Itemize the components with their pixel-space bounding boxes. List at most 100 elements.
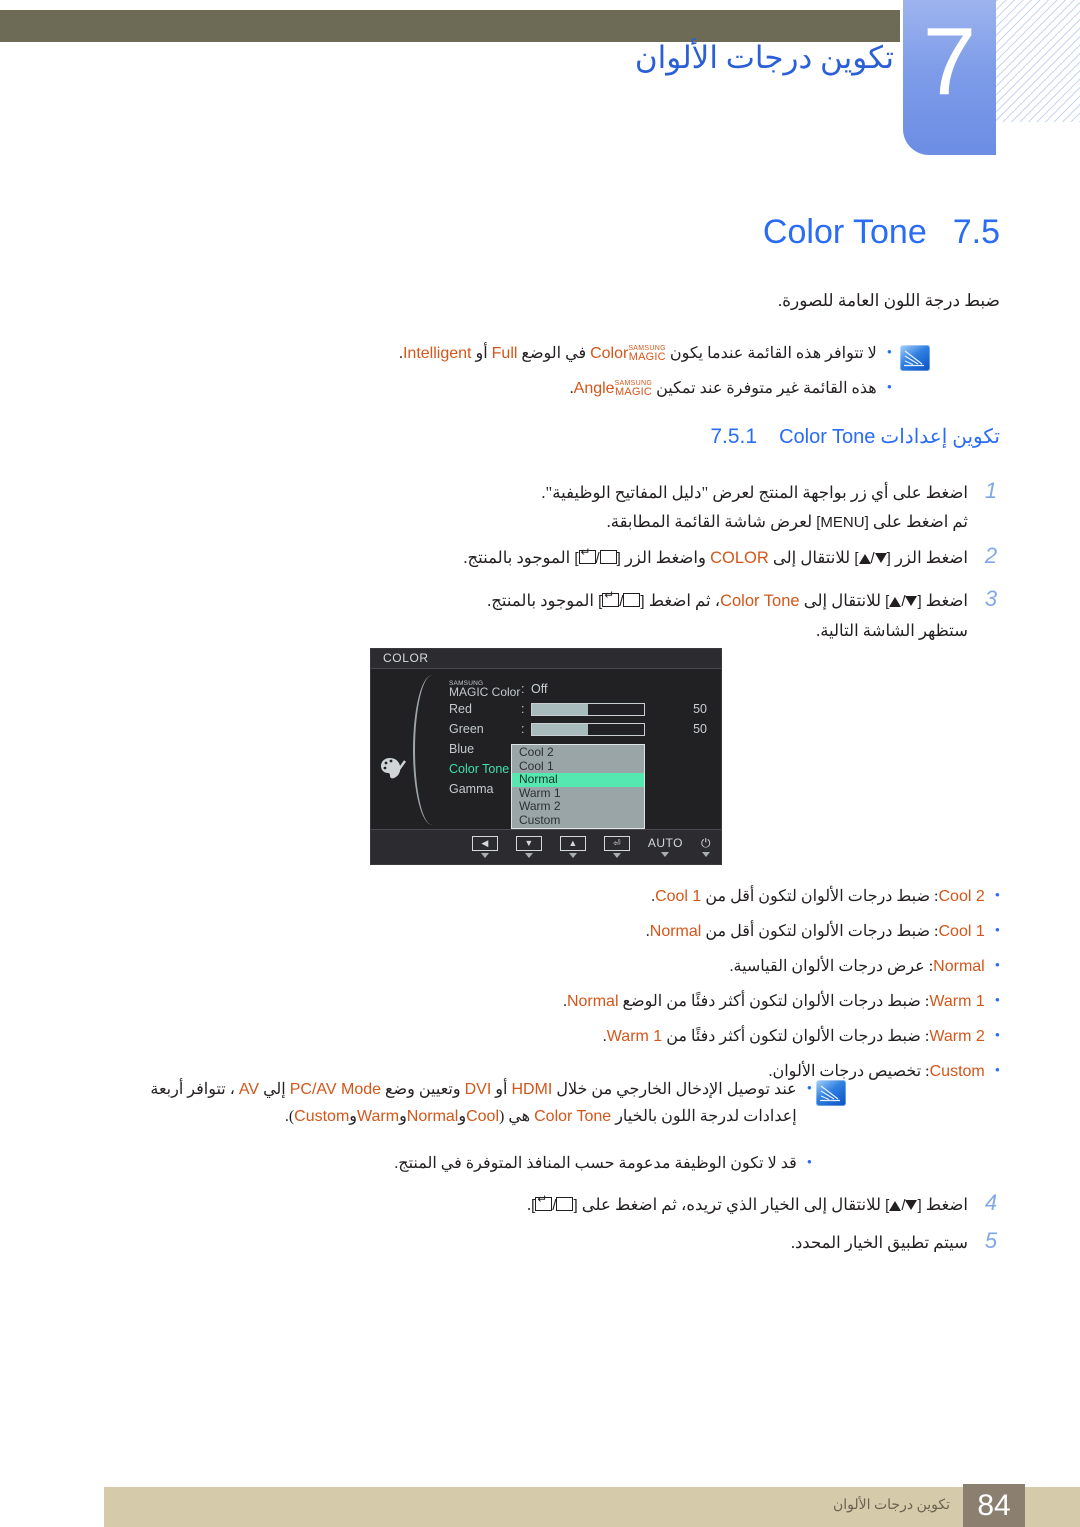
color-tone-option-list: • Cool 2: ضبط درجات الألوان لتكون أقل من… <box>320 883 1000 1093</box>
step-text: سيتم تطبيق الخيار المحدد. <box>790 1233 968 1252</box>
caret-icon <box>568 853 577 858</box>
bullet-dot: • <box>806 1155 812 1171</box>
option-name: Warm 2 <box>929 1028 985 1045</box>
caret-icon <box>612 853 621 858</box>
step-text: اضغط الزر [/] للانتقال إلى COLOR واضغط ا… <box>463 543 968 573</box>
caret-icon <box>702 852 710 857</box>
step-number: 1 <box>984 478 998 503</box>
osd-button-bar: ◀ ▼ ▲ ⏎ AUTO ⏻ <box>371 829 721 864</box>
list-item: • Warm 1: ضبط درجات الألوان لتكون أكثر د… <box>320 988 1000 1015</box>
list-item: • Warm 2: ضبط درجات الألوان لتكون أكثر د… <box>320 1023 1000 1050</box>
option-text: Cool 1: ضبط درجات الألوان لتكون أقل من N… <box>645 923 985 940</box>
caret-icon <box>480 853 489 858</box>
section-title-name: Color Tone <box>762 213 927 251</box>
chapter-number: 7 <box>922 8 977 115</box>
option-name: Warm 1 <box>929 993 985 1010</box>
bullet-dot: • <box>994 1063 1000 1079</box>
note-text: هذه القائمة غير متوفرة عند تمكين SAMSUNG… <box>569 380 877 398</box>
enter-icon: ⏎ <box>603 836 630 851</box>
note-text: عند توصيل الإدخال الخارجي من خلال HDMI أ… <box>150 1081 797 1125</box>
note-text: قد لا تكون الوظيفة مدعومة حسب المنافذ ال… <box>394 1155 797 1172</box>
note-icon <box>900 345 930 371</box>
note-item: • قد لا تكون الوظيفة مدعومة حسب المنافذ … <box>252 1150 812 1177</box>
osd-left-button[interactable]: ◀ <box>471 836 498 858</box>
dropdown-item-custom[interactable]: Custom <box>512 813 644 828</box>
osd-colon: : <box>521 722 525 736</box>
dropdown-item-warm2[interactable]: Warm 2 <box>512 799 644 814</box>
osd-body: SAMSUNG MAGIC Color : Off Red : 50 Green… <box>371 669 721 829</box>
bullet-dot: • <box>886 380 892 396</box>
bullet-dot: • <box>886 345 892 361</box>
step-number: 2 <box>984 543 998 568</box>
option-text: Cool 2: ضبط درجات الألوان لتكون أقل من C… <box>651 888 985 905</box>
magic-angle-label: SAMSUNG MAGIC <box>614 380 653 398</box>
down-icon: ▼ <box>515 836 542 851</box>
step-5: 5 سيتم تطبيق الخيار المحدد. <box>370 1228 1000 1257</box>
osd-row-red[interactable]: Red : 50 <box>449 699 711 719</box>
note-icon <box>816 1080 846 1106</box>
left-icon: ◀ <box>471 836 498 851</box>
caret-icon <box>524 853 533 858</box>
dropdown-item-cool2[interactable]: Cool 2 <box>512 745 644 760</box>
option-text: Warm 1: ضبط درجات الألوان لتكون أكثر دفئ… <box>562 993 985 1010</box>
section-title: Color Tone 7.5 <box>763 213 1000 252</box>
osd-slider-red[interactable] <box>531 702 645 716</box>
osd-row-green[interactable]: Green : 50 <box>449 719 711 739</box>
caret-icon <box>661 852 670 857</box>
step-3: 3 اضغط [/] للانتقال إلى Color Tone، ثم ا… <box>370 586 1000 645</box>
chapter-tab: 7 <box>903 0 996 155</box>
osd-row-magic-color[interactable]: SAMSUNG MAGIC Color : Off <box>449 679 711 699</box>
page-number: 84 <box>963 1484 1025 1527</box>
section-intro: ضبط درجة اللون العامة للصورة. <box>777 291 1000 310</box>
option-name: Custom <box>929 1063 985 1080</box>
list-item: • Cool 2: ضبط درجات الألوان لتكون أقل من… <box>320 883 1000 910</box>
bullet-dot: • <box>994 888 1000 904</box>
osd-value-magic-color: Off <box>531 682 548 696</box>
enter-key: [/] <box>574 544 621 573</box>
up-icon: ▲ <box>559 836 586 851</box>
osd-label-green: Green <box>449 722 484 736</box>
osd-up-button[interactable]: ▲ <box>559 836 586 858</box>
osd-slider-green[interactable] <box>531 722 645 736</box>
osd-power-button[interactable]: ⏻ <box>701 837 711 857</box>
dropdown-item-warm1[interactable]: Warm 1 <box>512 786 644 801</box>
subsection-number: 7.5.1 <box>710 425 758 448</box>
magic-color-label: SAMSUNG MAGIC <box>628 345 666 363</box>
updown-key: [/] <box>885 1197 922 1214</box>
option-name: Normal <box>933 958 985 975</box>
bottom-note-list-2: • قد لا تكون الوظيفة مدعومة حسب المنافذ … <box>252 1150 812 1185</box>
bullet-dot: • <box>994 958 1000 974</box>
step-text: اضغط على أي زر بواجهة المنتج لعرض "دليل … <box>541 478 968 537</box>
manual-page: 7 تكوين درجات الألوان Color Tone 7.5 ضبط… <box>0 0 1080 1527</box>
list-item: • Cool 1: ضبط درجات الألوان لتكون أقل من… <box>320 918 1000 945</box>
note-text: لا تتوافر هذه القائمة عندما يكون SAMSUNG… <box>398 345 877 363</box>
subsection-heading: تكوين إعدادات Color Tone 7.5.1 <box>710 424 1000 449</box>
option-name: Cool 1 <box>938 923 985 940</box>
osd-auto-button[interactable]: AUTO <box>648 837 683 857</box>
osd-down-button[interactable]: ▼ <box>515 836 542 858</box>
osd-enter-button[interactable]: ⏎ <box>603 836 630 858</box>
osd-dropdown-color-tone[interactable]: Cool 2 Cool 1 Normal Warm 1 Warm 2 Custo… <box>511 744 645 829</box>
section-title-number: 7.5 <box>952 213 1000 251</box>
bullet-dot: • <box>994 993 1000 1009</box>
step-text: اضغط [/] للانتقال إلى Color Tone، ثم اضغ… <box>487 586 968 645</box>
footer-chapter-label: تكوين درجات الألوان <box>832 1498 950 1513</box>
osd-value-red: 50 <box>693 702 707 716</box>
dropdown-item-cool1[interactable]: Cool 1 <box>512 759 644 774</box>
osd-label-red: Red <box>449 702 472 716</box>
auto-label: AUTO <box>647 836 683 850</box>
bullet-dot: • <box>994 923 1000 939</box>
enter-key: [/] <box>598 587 645 616</box>
option-text: Normal: عرض درجات الألوان القياسية. <box>729 958 985 975</box>
chapter-title: تكوين درجات الألوان <box>634 40 894 75</box>
osd-arc-decoration <box>413 675 445 825</box>
menu-key: [MENU] <box>816 514 869 531</box>
updown-key: [/] <box>854 550 891 567</box>
step-1: 1 اضغط على أي زر بواجهة المنتج لعرض "دلي… <box>370 478 1000 537</box>
target-color-tone: Color Tone <box>720 592 800 610</box>
dropdown-item-normal[interactable]: Normal <box>512 772 644 787</box>
header-bar <box>0 10 900 42</box>
bullet-dot: • <box>806 1081 812 1097</box>
updown-key: [/] <box>885 593 922 610</box>
header-hatch-decoration <box>996 0 1080 122</box>
